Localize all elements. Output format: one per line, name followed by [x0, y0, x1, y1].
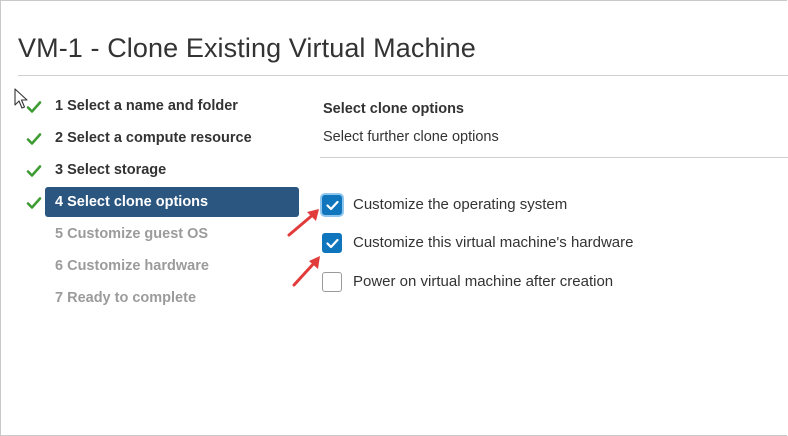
check-icon	[326, 200, 339, 211]
wizard-step-5: 5 Customize guest OS	[45, 219, 299, 249]
dialog-title: VM-1 - Clone Existing Virtual Machine	[18, 33, 476, 63]
check-icon	[326, 238, 339, 249]
customize-hardware-label[interactable]: Customize this virtual machine's hardwar…	[353, 234, 633, 251]
check-icon	[26, 133, 42, 145]
title-divider	[18, 75, 788, 76]
wizard-step-4[interactable]: 4 Select clone options	[45, 187, 299, 217]
wizard-step-label: 5 Customize guest OS	[55, 226, 209, 242]
section-title: Select clone options	[323, 101, 464, 117]
wizard-step-label: 7 Ready to complete	[55, 290, 197, 306]
wizard-step-label: 4 Select clone options	[55, 194, 209, 210]
wizard-step-1[interactable]: 1 Select a name and folder	[45, 91, 299, 121]
annotation-arrow-icon	[287, 209, 319, 237]
wizard-step-label: 1 Select a name and folder	[55, 98, 238, 114]
wizard-step-label: 2 Select a compute resource	[55, 130, 252, 146]
customize-hardware-checkbox[interactable]	[322, 233, 342, 253]
check-icon	[26, 101, 42, 113]
dialog-frame	[0, 0, 787, 436]
annotation-arrow-icon	[292, 256, 320, 287]
section-subtitle: Select further clone options	[323, 129, 499, 145]
customize-os-checkbox[interactable]	[322, 195, 342, 215]
wizard-step-3[interactable]: 3 Select storage	[45, 155, 299, 185]
wizard-step-6: 6 Customize hardware	[45, 251, 299, 281]
wizard-step-2[interactable]: 2 Select a compute resource	[45, 123, 299, 153]
check-icon	[26, 197, 42, 209]
section-divider	[320, 157, 788, 158]
wizard-step-label: 6 Customize hardware	[55, 258, 209, 274]
power-on-label[interactable]: Power on virtual machine after creation	[353, 273, 613, 290]
wizard-step-label: 3 Select storage	[55, 162, 167, 178]
wizard-step-7: 7 Ready to complete	[45, 283, 299, 313]
customize-os-label[interactable]: Customize the operating system	[353, 196, 567, 213]
check-icon	[26, 165, 42, 177]
